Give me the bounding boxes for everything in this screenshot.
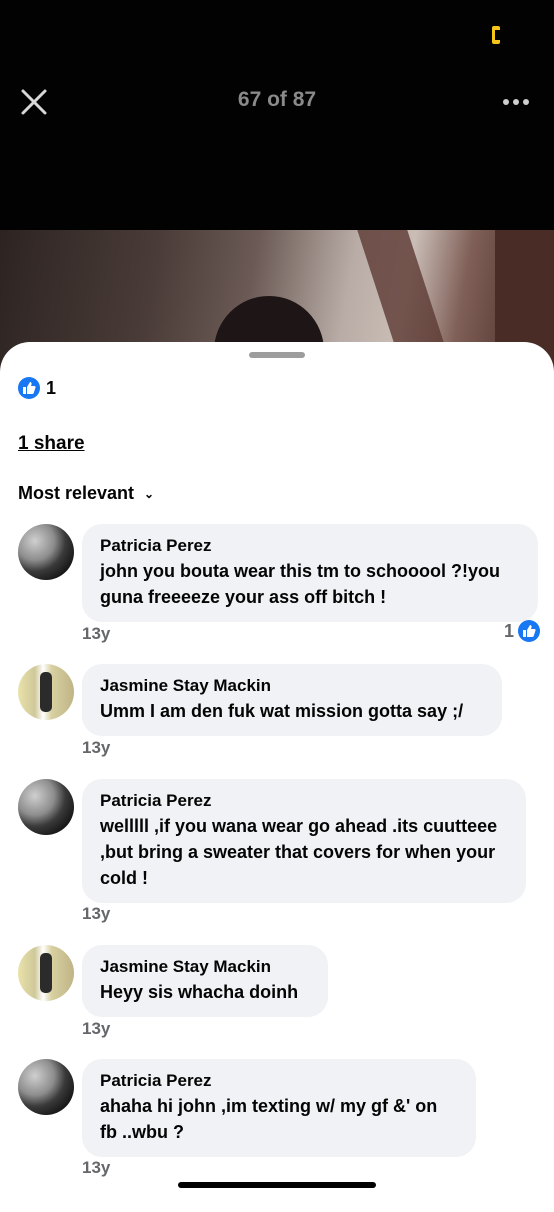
comment-text: Umm I am den fuk wat mission gotta say ;… [100, 701, 464, 721]
comment-bubble[interactable]: Patricia Perez welllll ,if you wana wear… [82, 779, 526, 903]
avatar[interactable] [18, 664, 74, 720]
shares-link[interactable]: 1 share [18, 433, 85, 455]
photo-counter: 67 of 87 [237, 88, 317, 111]
comment-time[interactable]: 13y [82, 1019, 110, 1039]
comment-text: ahaha hi john ,im texting w/ my gf &' on… [100, 1096, 438, 1142]
comment-author[interactable]: Jasmine Stay Mackin [100, 676, 484, 696]
avatar[interactable] [18, 524, 74, 580]
comment-bubble[interactable]: Jasmine Stay Mackin Heyy sis whacha doin… [82, 945, 328, 1017]
battery-icon [492, 26, 500, 44]
comment-text: welllll ,if you wana wear go ahead .its … [100, 816, 498, 888]
comment-text: john you bouta wear this tm to schooool … [100, 561, 500, 607]
avatar[interactable] [18, 779, 74, 835]
chevron-down-icon: ⌄ [144, 486, 155, 501]
photo-viewer-header: 67 of 87 [0, 0, 554, 232]
avatar[interactable] [18, 945, 74, 1001]
thumbs-up-icon [518, 620, 541, 642]
comment-time[interactable]: 13y [82, 1158, 110, 1178]
sheet-drag-handle[interactable] [249, 352, 305, 358]
reaction-summary[interactable]: 1 [18, 376, 56, 400]
thumbs-up-icon [18, 377, 40, 399]
comment-author[interactable]: Patricia Perez [100, 791, 508, 811]
more-options-button[interactable] [503, 94, 535, 110]
comment-text: Heyy sis whacha doinh [100, 982, 299, 1002]
avatar[interactable] [18, 1059, 74, 1115]
comment-bubble[interactable]: Jasmine Stay Mackin Umm I am den fuk wat… [82, 664, 502, 736]
comment-like-count: 1 [504, 620, 515, 641]
comment-bubble[interactable]: Patricia Perez john you bouta wear this … [82, 524, 538, 622]
comment-time[interactable]: 13y [82, 738, 110, 758]
more-icon [503, 99, 509, 105]
like-count: 1 [46, 377, 57, 398]
home-indicator[interactable] [178, 1182, 376, 1188]
comment-bubble[interactable]: Patricia Perez ahaha hi john ,im texting… [82, 1059, 476, 1157]
comment-time[interactable]: 13y [82, 624, 110, 644]
comment-time[interactable]: 13y [82, 904, 110, 924]
comments-sheet: 1 1 share Most relevant ⌄ Patricia Perez… [0, 342, 554, 1212]
comment-author[interactable]: Jasmine Stay Mackin [100, 957, 310, 977]
comment-author[interactable]: Patricia Perez [100, 536, 520, 556]
sort-dropdown[interactable]: Most relevant ⌄ [18, 483, 154, 504]
sort-label: Most relevant [18, 483, 135, 503]
comment-reaction[interactable]: 1 [504, 620, 541, 642]
comment-author[interactable]: Patricia Perez [100, 1071, 458, 1091]
